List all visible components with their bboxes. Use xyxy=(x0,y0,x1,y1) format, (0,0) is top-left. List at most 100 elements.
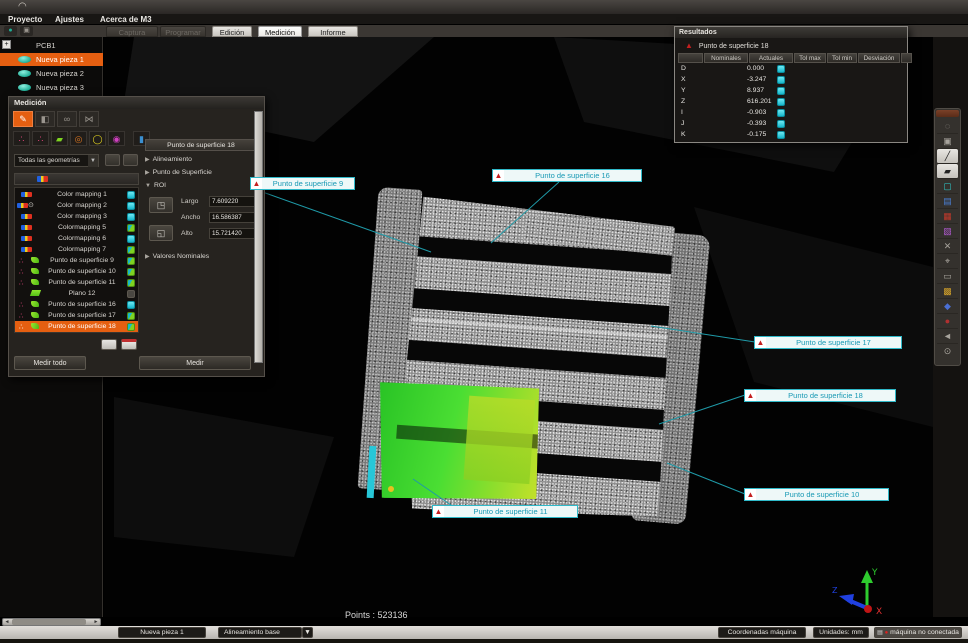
col-tol-min[interactable]: Tol min xyxy=(827,53,857,63)
fit-view-icon[interactable]: ✕ xyxy=(937,239,958,254)
orbit-icon[interactable]: ◌ xyxy=(937,119,958,134)
colormap-icon[interactable]: ▩ xyxy=(937,284,958,299)
coordinates-indicator[interactable]: Coordenadas máquina xyxy=(718,627,806,638)
tree-item-pieza-1[interactable]: Nueva pieza 1 xyxy=(0,53,103,66)
visibility-check-icon[interactable] xyxy=(127,257,135,265)
alignment-chevron-icon[interactable]: ▼ xyxy=(302,627,313,638)
list-item[interactable]: Color mapping 1 xyxy=(15,189,138,200)
section-alineamiento[interactable]: ▶Alineamiento xyxy=(145,156,192,163)
panel-vertical-scrollbar[interactable] xyxy=(254,111,263,363)
visibility-check-icon[interactable] xyxy=(127,312,135,320)
menu-proyecto[interactable]: Proyecto xyxy=(8,14,42,25)
construct-tab-icon[interactable]: ◧ xyxy=(35,111,55,127)
col-actuales[interactable]: Actuales xyxy=(749,53,793,63)
surface-point-label-17[interactable]: ▲ Punto de superficie 17 xyxy=(754,336,902,349)
cluster-icon[interactable]: ◆ xyxy=(937,299,958,314)
sketch-line-icon[interactable]: ╱ xyxy=(937,149,958,164)
surface-point-label-16[interactable]: ▲ Punto de superficie 16 xyxy=(492,169,642,182)
point-feature-icon[interactable]: ◉ xyxy=(108,131,125,146)
chevron-down-icon[interactable]: ▼ xyxy=(88,155,98,167)
visibility-check-icon[interactable] xyxy=(127,323,135,331)
result-check-icon[interactable] xyxy=(777,76,785,84)
list-item[interactable]: ∴Punto de superficie 9 xyxy=(15,255,138,266)
visibility-check-icon[interactable] xyxy=(127,268,135,276)
alignment-dropdown[interactable]: Alineamiento base xyxy=(218,627,302,638)
list-item[interactable]: ∴Punto de superficie 11 xyxy=(15,277,138,288)
col-desviacion[interactable]: Desviación xyxy=(858,53,900,63)
section-valores-nominales[interactable]: ▶Valores Nominales xyxy=(145,253,209,260)
result-check-icon[interactable] xyxy=(777,109,785,117)
machine-status[interactable]: ▤ ● máquina no conectada xyxy=(874,627,962,638)
resultados-title[interactable]: Resultados xyxy=(675,27,907,38)
active-piece-button[interactable]: Nueva pieza 1 xyxy=(118,627,206,638)
col-nominales[interactable]: Nominales xyxy=(704,53,748,63)
tree-root-pcb1[interactable]: PCB1 xyxy=(36,41,56,50)
section-roi[interactable]: ▼ROI xyxy=(145,182,166,189)
surface-leaf-icon[interactable]: ▰ xyxy=(51,131,68,146)
visibility-check-icon[interactable] xyxy=(127,213,135,221)
units-indicator[interactable]: Unidades: mm xyxy=(813,627,869,638)
tab-edicion[interactable]: Edición xyxy=(212,26,252,37)
toolbar-handle[interactable] xyxy=(936,110,959,117)
scan-points-icon[interactable]: ∴ xyxy=(13,131,30,146)
medir-button[interactable]: Medir xyxy=(139,356,251,370)
visibility-check-icon[interactable] xyxy=(127,279,135,287)
visibility-check-icon[interactable] xyxy=(127,301,135,309)
visibility-check-icon[interactable] xyxy=(127,246,135,254)
surface-point-label-10[interactable]: ▲ Punto de superficie 10 xyxy=(744,488,889,501)
delete-icon[interactable] xyxy=(121,339,137,350)
visibility-check-icon[interactable] xyxy=(127,202,135,210)
link-tab-icon[interactable]: ∞ xyxy=(57,111,77,127)
tree-horizontal-scrollbar[interactable]: ◄ ► xyxy=(2,618,101,626)
largo-field[interactable]: 7.609220 xyxy=(209,196,259,207)
medir-todo-button[interactable]: Medir todo xyxy=(14,356,86,370)
geometry-list-header[interactable] xyxy=(14,173,139,185)
section-punto-superficie[interactable]: ▶Punto de Superficie xyxy=(145,169,212,176)
ellipse-feature-icon[interactable]: ◯ xyxy=(89,131,106,146)
alto-field[interactable]: 15.721420 xyxy=(209,228,259,239)
tree-item-pieza-3[interactable]: Nueva pieza 3 xyxy=(0,81,103,94)
list-item[interactable]: Colormapping 7 xyxy=(15,244,138,255)
card-icon[interactable]: ▭ xyxy=(937,269,958,284)
visibility-check-icon[interactable] xyxy=(127,290,135,298)
ancho-field[interactable]: 16.586387 xyxy=(209,212,259,223)
copy-icon[interactable]: ▣ xyxy=(937,134,958,149)
surface-leaf-icon[interactable]: ▰ xyxy=(937,164,958,179)
list-item[interactable]: ⊙Color mapping 2 xyxy=(15,200,138,211)
result-check-icon[interactable] xyxy=(777,98,785,106)
scrollbar-thumb[interactable] xyxy=(12,619,86,625)
filter-button-a[interactable] xyxy=(105,154,120,166)
surface-point-label-9[interactable]: ▲ Punto de superficie 9 xyxy=(250,177,355,190)
result-check-icon[interactable] xyxy=(777,87,785,95)
box-tool-icon[interactable]: ▣ xyxy=(20,26,33,36)
tree-item-pieza-2[interactable]: Nueva pieza 2 xyxy=(0,67,103,80)
layers-color-icon[interactable]: ▧ xyxy=(937,224,958,239)
visibility-check-icon[interactable] xyxy=(127,235,135,243)
col-tol-max[interactable]: Tol max xyxy=(794,53,826,63)
roi-mode-icon[interactable]: ◳ xyxy=(149,197,173,213)
scroll-left-icon[interactable]: ◄ xyxy=(3,619,11,625)
title-bar[interactable]: ◠ xyxy=(0,0,968,14)
surface-point-label-18[interactable]: ▲ Punto de superficie 18 xyxy=(744,389,896,402)
result-check-icon[interactable] xyxy=(777,131,785,139)
layers-blue-icon[interactable]: ▤ xyxy=(937,194,958,209)
tree-expander-icon[interactable]: + xyxy=(2,40,11,49)
compare-tab-icon[interactable]: ⋈ xyxy=(79,111,99,127)
roi-edit-icon[interactable]: ◱ xyxy=(149,225,173,241)
sphere-icon[interactable]: ● xyxy=(937,314,958,329)
result-check-icon[interactable] xyxy=(777,65,785,73)
result-check-icon[interactable] xyxy=(777,120,785,128)
snapshot-icon[interactable] xyxy=(101,339,117,350)
medicion-panel-title[interactable]: Medición xyxy=(9,97,264,109)
visibility-check-icon[interactable] xyxy=(127,191,135,199)
list-item[interactable]: ∴Punto de superficie 10 xyxy=(15,266,138,277)
scroll-right-icon[interactable]: ► xyxy=(92,619,100,625)
back-arrow-icon[interactable]: ◄ xyxy=(937,329,958,344)
scan-points-alt-icon[interactable]: ∴ xyxy=(32,131,49,146)
list-item[interactable]: Color mapping 3 xyxy=(15,211,138,222)
tab-medicion[interactable]: Medición xyxy=(258,26,302,37)
tab-programar[interactable]: Programar xyxy=(160,26,206,37)
piece-blob-icon[interactable]: ● xyxy=(4,26,17,36)
tab-informe[interactable]: Informe xyxy=(308,26,358,37)
roi-box-icon[interactable]: ▢ xyxy=(937,179,958,194)
